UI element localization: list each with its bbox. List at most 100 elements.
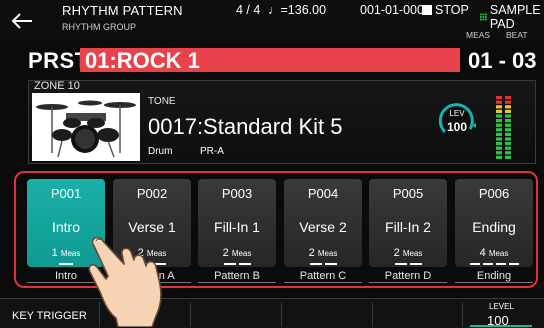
meter-segment [496, 146, 502, 150]
meter-segment [505, 146, 511, 150]
pad-name: Fill-In 2 [385, 219, 431, 235]
level-knob-value: 100 [446, 120, 468, 134]
pad-pattern-label: Pattern C [299, 270, 347, 282]
pad-meas: 2 Meas [369, 247, 447, 259]
measure-bar [394, 263, 407, 265]
meter-segment [496, 105, 502, 109]
tone-category: Drum [148, 146, 173, 157]
back-button[interactable] [2, 3, 42, 39]
pad-id: P005 [392, 186, 424, 201]
meter-segment [505, 151, 511, 155]
pad-meas-count: 2 [393, 247, 400, 259]
meter-segment [505, 132, 511, 136]
meter-segment [505, 128, 511, 132]
meter-segment [496, 109, 502, 113]
meter-segment [496, 119, 502, 123]
pad-pattern-label: Pattern B [214, 270, 260, 282]
meter-segment [505, 155, 511, 159]
pad-label-underline [369, 282, 447, 283]
meter-segment [505, 137, 511, 141]
meter-segment [505, 109, 511, 113]
beat-label: BEAT [506, 30, 528, 40]
measure-bar [324, 263, 337, 265]
stop-icon [422, 5, 432, 15]
pad-id: P003 [221, 186, 253, 201]
pad-pattern-label: Pattern D [384, 270, 432, 282]
measure-bar [59, 263, 73, 265]
pad-pattern-label: Ending [476, 270, 512, 282]
measure-bar [508, 263, 519, 265]
pad-id: P001 [50, 186, 82, 201]
pad-meas-unit: Meas [402, 249, 423, 258]
measure-bar [482, 263, 493, 265]
meter-segment [505, 105, 511, 109]
tone-name[interactable]: 0017:Standard Kit 5 [148, 114, 342, 140]
meter-segment [505, 100, 511, 104]
pad-name: Ending [472, 219, 516, 235]
pad-id: P006 [478, 186, 510, 201]
pad-meas-count: 1 [51, 247, 58, 259]
meter-segment [505, 119, 511, 123]
tone-bank: PR-A [200, 146, 224, 157]
drum-kit-image [32, 93, 140, 161]
softkey-divider [190, 302, 191, 327]
meter-segment [496, 132, 502, 136]
pad-label-underline [284, 282, 362, 283]
sample-pad-label: SAMPLE PAD [489, 3, 541, 31]
pad-p004[interactable]: P004 Verse 2 2 Meas [284, 179, 362, 267]
meter-segment [496, 142, 502, 146]
meter-segment [505, 142, 511, 146]
zone-label: ZONE 10 [34, 80, 80, 92]
tempo-display: ♩=136.00 [268, 3, 327, 17]
pad-p006[interactable]: P006 Ending 4 Meas [455, 179, 533, 267]
meter-segment [496, 137, 502, 141]
meter-segment [505, 123, 511, 127]
measure-bar [309, 263, 322, 265]
time-signature: 4 / 4 [236, 3, 261, 17]
transport-label: STOP [435, 3, 469, 17]
meter-segment [496, 151, 502, 155]
pad-meas-unit: Meas [317, 249, 338, 258]
group-label: RHYTHM GROUP [62, 22, 136, 32]
softkey-divider [462, 302, 463, 327]
grid-icon [480, 13, 487, 21]
meas-beat-value: 01 - 03 [468, 48, 537, 73]
transport-status: STOP [422, 3, 469, 17]
sample-pad-indicator[interactable]: SAMPLE PAD [480, 3, 544, 31]
pad-meas-count: 4 [479, 247, 486, 259]
meter-segment [496, 128, 502, 132]
pad-meas: 2 Meas [198, 247, 276, 259]
key-trigger-button[interactable]: KEY TRIGGER [0, 302, 100, 327]
song-position: 001-01-000 [360, 3, 424, 17]
pad-meas-unit: Meas [488, 249, 509, 258]
softkey-divider [372, 302, 373, 327]
meter-segment [505, 96, 511, 100]
pattern-name: 01:ROCK 1 [85, 48, 200, 73]
pad-id: P004 [307, 186, 339, 201]
pad-name: Fill-In 1 [214, 219, 260, 235]
pad-label-underline [198, 282, 276, 283]
meter-segment [496, 96, 502, 100]
measure-bar [495, 263, 506, 265]
meter-segment [505, 114, 511, 118]
softkey-divider [281, 302, 282, 327]
meter-segment [496, 100, 502, 104]
meter-segment [496, 114, 502, 118]
level-label: LEVEL [489, 302, 514, 311]
tone-title: TONE [148, 96, 176, 107]
pad-meas-count: 2 [222, 247, 229, 259]
measure-bar [409, 263, 422, 265]
meter-segment [496, 123, 502, 127]
meter-segment [496, 155, 502, 159]
level-meter [496, 96, 511, 159]
pad-label-underline [455, 282, 533, 283]
measure-bar [469, 263, 480, 265]
pad-meas: 2 Meas [284, 247, 362, 259]
screen-title: RHYTHM PATTERN [62, 3, 183, 18]
pad-p003[interactable]: P003 Fill-In 1 2 Meas [198, 179, 276, 267]
pad-p005[interactable]: P005 Fill-In 2 2 Meas [369, 179, 447, 267]
pad-name: Verse 2 [299, 219, 347, 235]
pad-meas: 4 Meas [455, 247, 533, 259]
meas-label: MEAS [466, 30, 491, 40]
pad-meas-count: 2 [308, 247, 315, 259]
